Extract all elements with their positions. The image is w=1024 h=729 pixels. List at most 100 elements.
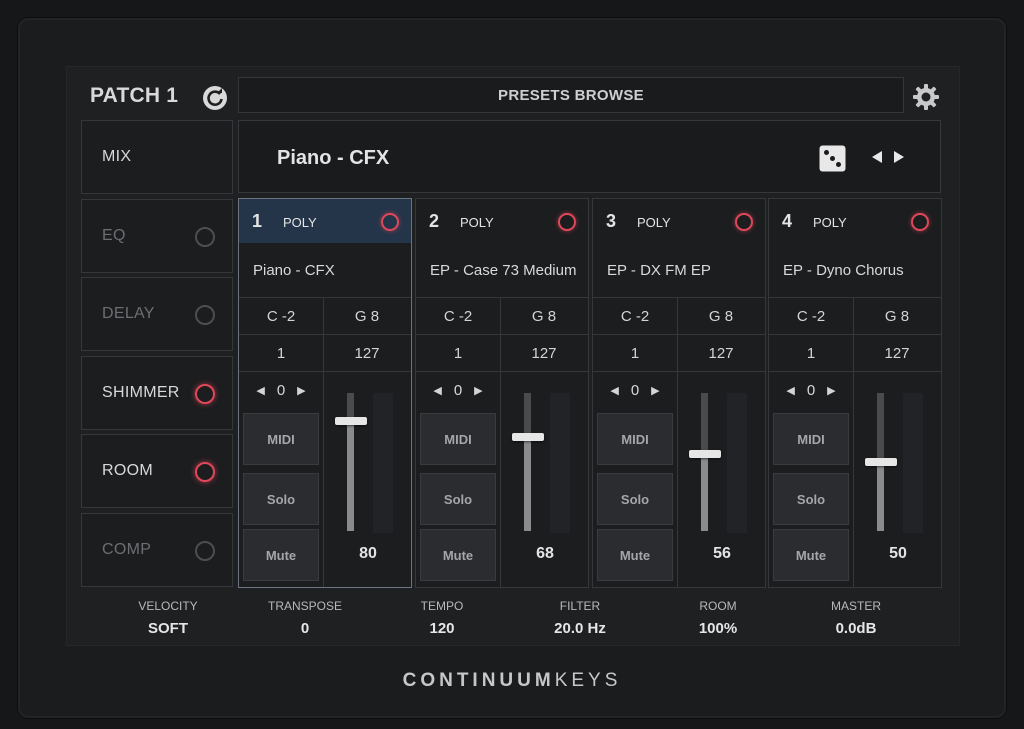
gear-icon[interactable]	[911, 82, 941, 112]
decrement-icon[interactable]: ◀	[433, 384, 441, 397]
volume-fader-track[interactable]	[524, 393, 531, 531]
midi-button[interactable]: MIDI	[773, 413, 849, 465]
stat-value-1[interactable]: 0	[235, 620, 375, 637]
comp-toggle[interactable]	[195, 541, 215, 561]
decrement-icon[interactable]: ◀	[610, 384, 618, 397]
mute-button[interactable]: Mute	[243, 529, 319, 581]
sidebar-item-label: EQ	[102, 227, 126, 244]
channel-number: 1	[252, 211, 263, 231]
midi-button[interactable]: MIDI	[420, 413, 496, 465]
channel-strip-1[interactable]: 1 POLY Piano - CFX C -2 G 8 1 127 ◀ 0 ▶ …	[238, 198, 412, 588]
midi-button[interactable]: MIDI	[597, 413, 673, 465]
arrow-left-icon[interactable]	[871, 150, 883, 164]
max-velocity[interactable]: 127	[853, 334, 941, 371]
min-velocity[interactable]: 1	[769, 334, 853, 371]
delay-toggle[interactable]	[195, 305, 215, 325]
max-velocity[interactable]: 127	[500, 334, 588, 371]
channel-strip-2[interactable]: 2 POLY EP - Case 73 Medium C -2 G 8 1 12…	[415, 198, 589, 588]
channel-instrument[interactable]: EP - Dyno Chorus	[783, 262, 904, 279]
low-note[interactable]: C -2	[769, 297, 853, 334]
solo-button[interactable]: Solo	[773, 473, 849, 525]
dice-icon[interactable]	[819, 145, 846, 172]
stat-value-3[interactable]: 20.0 Hz	[510, 620, 650, 637]
transpose-stepper[interactable]: ◀ 0 ▶	[769, 371, 853, 409]
refresh-icon[interactable]	[201, 84, 229, 112]
max-velocity[interactable]: 127	[677, 334, 765, 371]
channel-header[interactable]: 1 POLY	[239, 199, 411, 243]
sidebar-item-mix[interactable]: MIX	[81, 120, 233, 194]
shimmer-toggle[interactable]	[195, 384, 215, 404]
channel-header[interactable]: 4 POLY	[769, 199, 941, 243]
volume-level: 80	[359, 545, 377, 562]
arrow-right-icon[interactable]	[893, 150, 905, 164]
low-note[interactable]: C -2	[416, 297, 500, 334]
sidebar-item-label: MIX	[102, 148, 132, 165]
sidebar-item-eq[interactable]: EQ	[81, 199, 233, 273]
channel-active-toggle[interactable]	[735, 213, 753, 231]
stat-value-0[interactable]: SOFT	[98, 620, 238, 637]
low-note[interactable]: C -2	[239, 297, 323, 334]
presets-browse-button[interactable]: PRESETS BROWSE	[238, 77, 904, 113]
transpose-stepper[interactable]: ◀ 0 ▶	[416, 371, 500, 409]
channel-number: 2	[429, 211, 440, 231]
channel-strip-4[interactable]: 4 POLY EP - Dyno Chorus C -2 G 8 1 127 ◀…	[768, 198, 942, 588]
volume-fader-track[interactable]	[701, 393, 708, 531]
mute-button[interactable]: Mute	[597, 529, 673, 581]
volume-level: 68	[536, 545, 554, 562]
transpose-stepper[interactable]: ◀ 0 ▶	[239, 371, 323, 409]
transpose-stepper[interactable]: ◀ 0 ▶	[593, 371, 677, 409]
channel-controls: C -2 G 8 1 127 ◀ 0 ▶ MIDI Solo Mute 50	[769, 297, 941, 587]
high-note[interactable]: G 8	[853, 297, 941, 334]
midi-button[interactable]: MIDI	[243, 413, 319, 465]
low-note[interactable]: C -2	[593, 297, 677, 334]
min-velocity[interactable]: 1	[239, 334, 323, 371]
min-velocity[interactable]: 1	[593, 334, 677, 371]
stat-value-2[interactable]: 120	[372, 620, 512, 637]
increment-icon[interactable]: ▶	[474, 384, 482, 397]
channel-mode[interactable]: POLY	[813, 215, 847, 230]
increment-icon[interactable]: ▶	[827, 384, 835, 397]
stat-value-4[interactable]: 100%	[648, 620, 788, 637]
volume-fader-track[interactable]	[347, 393, 354, 531]
level-meter	[550, 393, 570, 533]
channel-header[interactable]: 2 POLY	[416, 199, 588, 243]
sidebar-item-delay[interactable]: DELAY	[81, 277, 233, 351]
increment-icon[interactable]: ▶	[297, 384, 305, 397]
min-velocity[interactable]: 1	[416, 334, 500, 371]
channel-active-toggle[interactable]	[911, 213, 929, 231]
sidebar-item-shimmer[interactable]: SHIMMER	[81, 356, 233, 430]
stat-value-5[interactable]: 0.0dB	[786, 620, 926, 637]
solo-button[interactable]: Solo	[243, 473, 319, 525]
channel-mode[interactable]: POLY	[637, 215, 671, 230]
mute-button[interactable]: Mute	[773, 529, 849, 581]
high-note[interactable]: G 8	[677, 297, 765, 334]
decrement-icon[interactable]: ◀	[786, 384, 794, 397]
channel-mode[interactable]: POLY	[460, 215, 494, 230]
eq-toggle[interactable]	[195, 227, 215, 247]
channel-active-toggle[interactable]	[558, 213, 576, 231]
sidebar-item-comp[interactable]: COMP	[81, 513, 233, 587]
sidebar-item-room[interactable]: ROOM	[81, 434, 233, 508]
high-note[interactable]: G 8	[500, 297, 588, 334]
high-note[interactable]: G 8	[323, 297, 411, 334]
volume-fader-handle[interactable]	[335, 416, 367, 425]
channel-active-toggle[interactable]	[381, 213, 399, 231]
solo-button[interactable]: Solo	[420, 473, 496, 525]
channel-instrument[interactable]: EP - DX FM EP	[607, 262, 711, 279]
max-velocity[interactable]: 127	[323, 334, 411, 371]
room-toggle[interactable]	[195, 462, 215, 482]
stat-label-5: MASTER	[830, 599, 881, 613]
volume-fader-handle[interactable]	[512, 433, 544, 442]
volume-fader-handle[interactable]	[689, 449, 721, 458]
volume-fader-handle[interactable]	[865, 458, 897, 466]
channel-instrument[interactable]: Piano - CFX	[253, 262, 335, 279]
decrement-icon[interactable]: ◀	[256, 384, 264, 397]
increment-icon[interactable]: ▶	[651, 384, 659, 397]
mute-button[interactable]: Mute	[420, 529, 496, 581]
channel-strip-3[interactable]: 3 POLY EP - DX FM EP C -2 G 8 1 127 ◀ 0 …	[592, 198, 766, 588]
transpose-value: 0	[630, 382, 640, 399]
solo-button[interactable]: Solo	[597, 473, 673, 525]
channel-instrument[interactable]: EP - Case 73 Medium	[430, 262, 576, 279]
channel-header[interactable]: 3 POLY	[593, 199, 765, 243]
channel-mode[interactable]: POLY	[283, 215, 317, 230]
